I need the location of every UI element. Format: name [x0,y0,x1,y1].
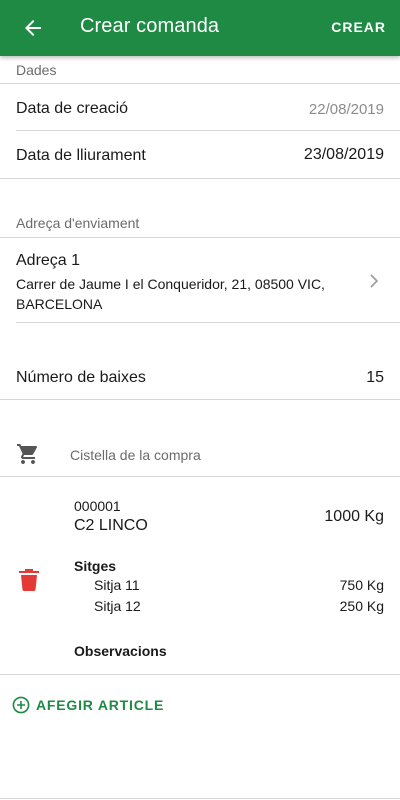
page-title: Crear comanda [80,15,220,37]
address-name: Adreça 1 [16,252,81,269]
divider [16,130,400,131]
add-article-button[interactable]: AFEGIR ARTICLE [12,694,164,716]
divider [0,399,400,400]
divider [0,674,400,675]
section-shipping-label: Adreça d'enviament [16,215,140,231]
section-dades-label: Dades [16,62,57,78]
divider [0,83,400,84]
sitges-title: Sitges [74,558,117,574]
sitja-qty: 750 Kg [339,577,384,593]
delivery-date-value[interactable]: 23/08/2019 [304,146,384,164]
divider [0,798,400,799]
article-code: 000001 [74,498,121,514]
cart-label: Cistella de la compra [70,447,201,463]
sitja-qty: 250 Kg [339,598,384,614]
address-line: Carrer de Jaume I el Conqueridor, 21, 08… [16,276,325,312]
sitja-name: Sitja 11 [94,577,140,593]
sitja-name: Sitja 12 [94,598,141,614]
plus-circle-icon [12,696,30,714]
article-quantity: 1000 Kg [324,508,384,525]
baixes-label: Número de baixes [16,369,146,386]
observations-title: Observacions [74,643,167,659]
article-name: C2 LINCO [74,517,148,534]
baixes-value[interactable]: 15 [366,369,384,387]
trash-icon[interactable] [19,569,39,591]
divider [16,322,400,323]
divider [0,476,400,477]
create-button[interactable]: CREAR [331,19,386,35]
creation-date-value: 22/08/2019 [308,101,384,118]
shopping-cart-icon [17,444,38,464]
back-arrow-icon[interactable] [21,16,45,40]
divider [0,237,400,238]
creation-date-label: Data de creació [16,100,129,117]
delivery-date-label: Data de lliurament [16,147,146,164]
divider [0,178,400,179]
app-bar: Crear comanda CREAR [0,0,400,56]
chevron-right-icon[interactable] [368,273,380,289]
add-article-label: AFEGIR ARTICLE [36,697,165,713]
